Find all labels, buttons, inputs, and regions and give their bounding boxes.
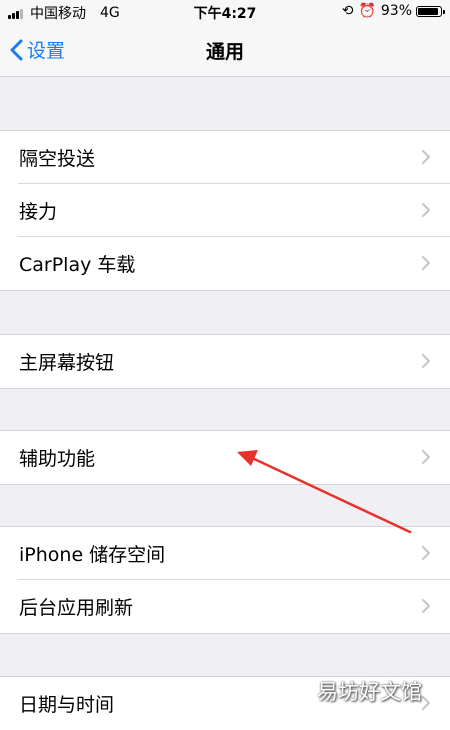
settings-row-airdrop[interactable]: 隔空投送 xyxy=(0,131,450,184)
settings-row-home-button[interactable]: 主屏幕按钮 xyxy=(0,335,450,388)
back-label: 设置 xyxy=(27,40,66,62)
settings-group-1: 隔空投送 接力 CarPlay 车载 xyxy=(0,130,450,291)
back-button[interactable]: 设置 xyxy=(10,36,65,63)
chevron-left-icon xyxy=(10,39,23,60)
settings-group-2: 主屏幕按钮 xyxy=(0,334,450,389)
battery-percent: 93% xyxy=(380,3,412,19)
settings-group-3: 辅助功能 xyxy=(0,430,450,485)
chevron-right-icon xyxy=(421,255,431,271)
rotation-lock-icon: ⟲ xyxy=(341,3,354,19)
chevron-right-icon xyxy=(421,545,431,561)
chevron-right-icon xyxy=(421,695,431,711)
row-label: CarPlay 车载 xyxy=(19,254,136,276)
row-label: iPhone 储存空间 xyxy=(19,544,166,566)
row-label: 日期与时间 xyxy=(19,694,115,716)
row-label: 主屏幕按钮 xyxy=(19,352,115,374)
settings-row-background-refresh[interactable]: 后台应用刷新 xyxy=(0,580,450,633)
navigation-bar: 设置 通用 xyxy=(0,24,450,77)
settings-row-handoff[interactable]: 接力 xyxy=(0,184,450,237)
settings-row-carplay[interactable]: CarPlay 车载 xyxy=(0,237,450,290)
alarm-icon: ⏰ xyxy=(358,3,376,19)
settings-row-iphone-storage[interactable]: iPhone 储存空间 xyxy=(0,527,450,580)
row-label: 接力 xyxy=(19,201,58,223)
settings-row-accessibility[interactable]: 辅助功能 xyxy=(0,431,450,484)
settings-group-5: 日期与时间 xyxy=(0,676,450,730)
row-label: 辅助功能 xyxy=(19,448,96,470)
status-bar: 中国移动 4G 下午4:27 ⟲ ⏰ 93% xyxy=(0,0,450,24)
status-right: ⟲ ⏰ 93% xyxy=(341,3,445,19)
page-title: 通用 xyxy=(205,41,244,63)
chevron-right-icon xyxy=(421,149,431,165)
row-label: 隔空投送 xyxy=(19,148,96,170)
settings-group-4: iPhone 储存空间 后台应用刷新 xyxy=(0,526,450,634)
chevron-right-icon xyxy=(421,353,431,369)
row-label: 后台应用刷新 xyxy=(19,597,134,619)
settings-row-date-time[interactable]: 日期与时间 xyxy=(0,677,450,730)
battery-icon xyxy=(416,5,445,17)
chevron-right-icon xyxy=(421,449,431,465)
chevron-right-icon xyxy=(421,202,431,218)
chevron-right-icon xyxy=(421,598,431,614)
